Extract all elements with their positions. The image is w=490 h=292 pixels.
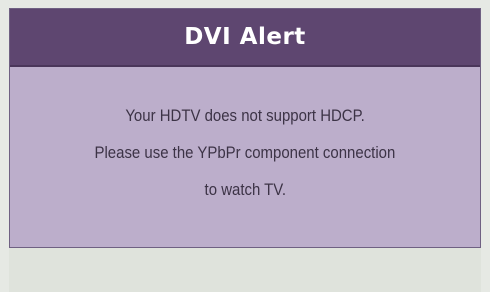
dvi-alert-dialog: DVI Alert Your HDTV does not support HDC… [9,8,481,248]
dialog-message: Your HDTV does not support HDCP. Please … [10,67,480,208]
dialog-title: DVI Alert [184,24,306,50]
footer-strip [9,248,481,292]
dialog-title-bar: DVI Alert [10,9,480,67]
screen: DVI Alert Your HDTV does not support HDC… [0,0,490,292]
message-line-1: Your HDTV does not support HDCP. [125,106,365,125]
message-line-3: to watch TV. [204,180,286,199]
message-line-2: Please use the YPbPr component connectio… [94,143,396,162]
